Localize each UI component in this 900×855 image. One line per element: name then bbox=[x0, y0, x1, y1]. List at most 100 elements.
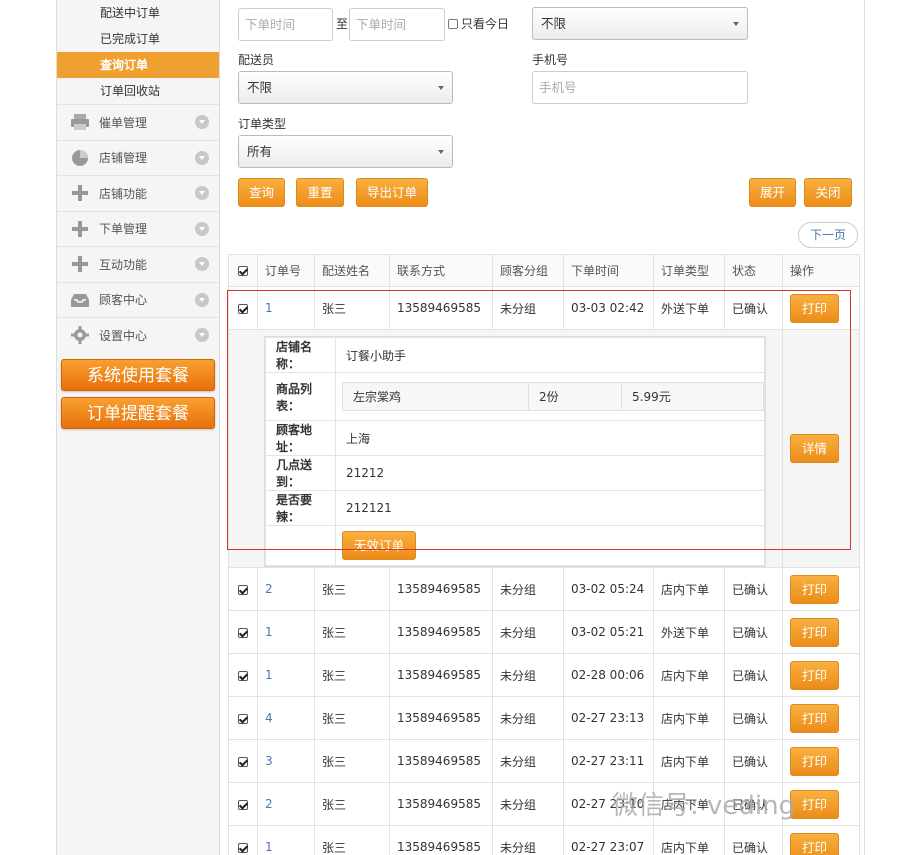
query-button[interactable]: 查询 bbox=[238, 178, 285, 207]
order-type: 店内下单 bbox=[653, 825, 725, 855]
contact-phone: 13589469585 bbox=[389, 286, 493, 330]
order-time: 03-02 05:21 bbox=[563, 610, 654, 654]
sidebar-nav-item[interactable]: 店铺管理 bbox=[57, 139, 219, 176]
pie-chart-icon bbox=[69, 147, 91, 169]
gear-icon bbox=[69, 324, 91, 346]
contact-phone: 13589469585 bbox=[389, 653, 493, 697]
address-key: 顾客地址： bbox=[265, 420, 336, 456]
order-id[interactable]: 2 bbox=[257, 567, 315, 611]
sidebar-nav-item[interactable]: 设置中心 bbox=[57, 317, 219, 353]
order-id[interactable]: 1 bbox=[257, 610, 315, 654]
header-contact: 联系方式 bbox=[389, 254, 493, 287]
order-id[interactable]: 1 bbox=[257, 825, 315, 855]
arrive-time-value: 21212 bbox=[335, 455, 765, 491]
chevron-down-icon bbox=[195, 115, 209, 130]
header-status: 状态 bbox=[724, 254, 783, 287]
sidebar-nav-item[interactable]: 互动功能 bbox=[57, 246, 219, 282]
print-button[interactable]: 打印 bbox=[790, 617, 840, 647]
package-button[interactable]: 系统使用套餐 bbox=[61, 358, 215, 391]
actions-cell: 打印 bbox=[782, 567, 860, 611]
address-value: 上海 bbox=[335, 420, 765, 456]
order-status: 已确认 bbox=[724, 825, 783, 855]
sidebar-subitem[interactable]: 订单回收站 bbox=[57, 78, 219, 104]
phone-input[interactable]: 手机号 bbox=[532, 71, 748, 104]
order-status: 已确认 bbox=[724, 286, 783, 330]
courier-select[interactable]: 不限 bbox=[238, 71, 453, 104]
courier-name: 张三 bbox=[314, 696, 390, 740]
print-button[interactable]: 打印 bbox=[790, 574, 840, 604]
expand-button[interactable]: 展开 bbox=[749, 178, 796, 207]
row-checkbox[interactable] bbox=[228, 739, 258, 783]
row-checkbox[interactable] bbox=[228, 696, 258, 740]
row-checkbox[interactable] bbox=[228, 825, 258, 855]
row-checkbox[interactable] bbox=[228, 653, 258, 697]
order-id[interactable]: 4 bbox=[257, 696, 315, 740]
actions-cell: 打印 bbox=[782, 696, 860, 740]
start-time-input[interactable]: 下单时间 bbox=[238, 8, 333, 41]
row-checkbox[interactable] bbox=[228, 782, 258, 826]
chevron-down-icon bbox=[195, 257, 209, 272]
end-time-input[interactable]: 下单时间 bbox=[349, 8, 445, 41]
chevron-down-icon bbox=[195, 150, 209, 165]
sidebar-nav-item[interactable]: 店铺功能 bbox=[57, 175, 219, 211]
package-button[interactable]: 订单提醒套餐 bbox=[61, 396, 215, 429]
actions-cell: 打印 bbox=[782, 610, 860, 654]
details-button[interactable]: 详情 bbox=[790, 434, 840, 463]
courier-name: 张三 bbox=[314, 825, 390, 855]
sidebar: 配送中订单 已完成订单 查询订单 订单回收站 催单管理 店铺管理店铺功能下单管理 互动功能… bbox=[56, 0, 220, 855]
print-button[interactable]: 打印 bbox=[790, 746, 840, 776]
sidebar-subitem[interactable]: 配送中订单 bbox=[57, 0, 219, 26]
order-time: 03-03 02:42 bbox=[563, 286, 654, 330]
chevron-down-icon bbox=[195, 186, 209, 201]
row-checkbox[interactable] bbox=[228, 567, 258, 611]
sidebar-subitem[interactable]: 查询订单 bbox=[57, 52, 219, 78]
sidebar-nav-item[interactable]: 顾客中心 bbox=[57, 281, 219, 318]
table-row: 1 张三 13589469585 未分组 03-02 05:21 外送下单 已确认 打印 bbox=[228, 610, 860, 654]
customer-group: 未分组 bbox=[492, 567, 564, 611]
today-only-checkbox[interactable]: 只看今日 bbox=[448, 15, 509, 32]
order-type-select[interactable]: 所有 bbox=[238, 135, 453, 168]
courier-name: 张三 bbox=[314, 739, 390, 783]
next-page-button[interactable]: 下一页 bbox=[798, 222, 858, 248]
customer-group: 未分组 bbox=[492, 696, 564, 740]
goods-table: 左宗棠鸡 2份 5.99元 bbox=[342, 382, 764, 411]
courier-name: 张三 bbox=[314, 782, 390, 826]
header-group: 顾客分组 bbox=[492, 254, 564, 287]
order-time: 02-27 23:13 bbox=[563, 696, 654, 740]
goods-name: 左宗棠鸡 bbox=[342, 382, 529, 411]
order-type: 店内下单 bbox=[653, 567, 725, 611]
order-id[interactable]: 1 bbox=[257, 286, 315, 330]
courier-name: 张三 bbox=[314, 610, 390, 654]
top-filter-select[interactable]: 不限 bbox=[532, 7, 748, 40]
chevron-down-icon bbox=[195, 221, 209, 236]
invalid-order-button[interactable]: 无效订单 bbox=[342, 531, 417, 560]
actions-cell: 打印 bbox=[782, 286, 860, 330]
export-button[interactable]: 导出订单 bbox=[356, 178, 428, 207]
print-button[interactable]: 打印 bbox=[790, 293, 840, 323]
today-only-box[interactable] bbox=[448, 18, 458, 29]
goods-list-cell: 左宗棠鸡 2份 5.99元 bbox=[335, 372, 765, 421]
order-detail-panel: 店铺名称： 订餐小助手 商品列表： 左宗棠鸡 2份 5.99元 顾客地址： 上海… bbox=[264, 336, 766, 567]
sidebar-subitem[interactable]: 已完成订单 bbox=[57, 26, 219, 52]
order-id[interactable]: 1 bbox=[257, 653, 315, 697]
close-button[interactable]: 关闭 bbox=[804, 178, 852, 207]
arrive-time-key: 几点送到： bbox=[265, 455, 336, 491]
print-button[interactable]: 打印 bbox=[790, 832, 840, 855]
order-id[interactable]: 2 bbox=[257, 782, 315, 826]
sidebar-nav-item[interactable]: 催单管理 bbox=[57, 104, 219, 140]
order-id[interactable]: 3 bbox=[257, 739, 315, 783]
reset-button[interactable]: 重置 bbox=[296, 178, 344, 207]
chevron-down-icon bbox=[195, 292, 209, 307]
sidebar-nav-label: 店铺功能 bbox=[99, 186, 148, 201]
print-button[interactable]: 打印 bbox=[790, 703, 840, 733]
header-courier-name: 配送姓名 bbox=[314, 254, 390, 287]
header-order-time: 下单时间 bbox=[563, 254, 654, 287]
order-type: 店内下单 bbox=[653, 739, 725, 783]
print-button[interactable]: 打印 bbox=[790, 660, 840, 690]
row-checkbox[interactable] bbox=[228, 286, 258, 330]
print-button[interactable]: 打印 bbox=[790, 789, 840, 819]
phone-label: 手机号 bbox=[532, 53, 569, 67]
row-checkbox[interactable] bbox=[228, 610, 258, 654]
sidebar-nav-item[interactable]: 下单管理 bbox=[57, 210, 219, 247]
select-all-checkbox[interactable] bbox=[228, 254, 258, 287]
